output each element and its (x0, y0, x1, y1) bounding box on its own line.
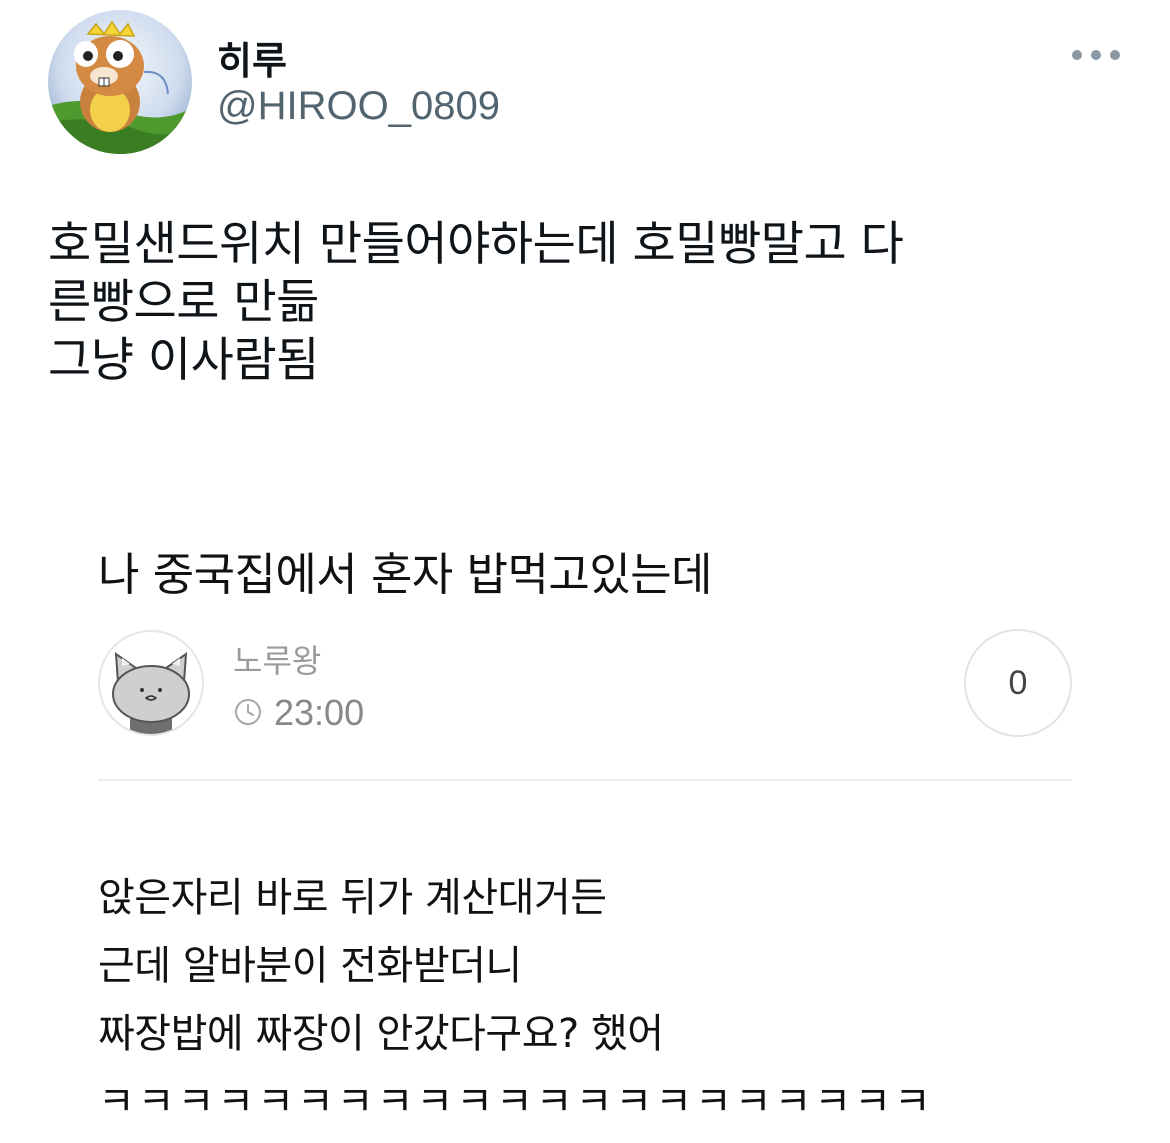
more-dots-icon[interactable] (1072, 40, 1120, 70)
author-avatar[interactable] (48, 10, 192, 154)
post-author-name: 노루왕 (233, 642, 322, 680)
post-title: 나 중국집에서 혼자 밥먹고있는데 (98, 548, 713, 601)
post-time: 23:00 (274, 692, 365, 733)
post-body-line: 짜장밥에 짜장이 안갔다구요? 했어 (98, 1011, 664, 1057)
dot (1110, 50, 1120, 60)
post-body: 앉은자리 바로 뒤가 계산대거든 근데 알바분이 전화받더니 짜장밥에 짜장이 … (98, 864, 1098, 1136)
divider (98, 779, 1072, 781)
tweet-text-line: 그냥 이사람됨 (48, 333, 319, 388)
post-body-line: 앉은자리 바로 뒤가 계산대거든 (98, 875, 607, 921)
tweet-text: 호밀샌드위치 만들어야하는데 호밀빵말고 다 른빵으로 만듦 그냥 이사람됨 (48, 216, 1128, 390)
dot (1072, 50, 1082, 60)
display-name[interactable]: 히루 (217, 30, 287, 85)
comment-count-badge[interactable]: 0 (964, 629, 1072, 737)
dot (1091, 50, 1101, 60)
user-handle[interactable]: @HIROO_0809 (217, 84, 500, 129)
gray-cat-avatar-icon (112, 651, 190, 734)
cartoon-hamster-avatar-icon (48, 10, 192, 154)
post-author-avatar (98, 630, 204, 736)
post-body-line: 근데 알바분이 전화받더니 (98, 943, 522, 989)
tweet-text-line: 호밀샌드위치 만들어야하는데 호밀빵말고 다 (48, 217, 904, 272)
post-body-line: ㅋㅋㅋㅋㅋㅋㅋㅋㅋㅋㅋㅋㅋㅋㅋㅋㅋㅋㅋㅋㅋ (98, 1079, 934, 1125)
tweet-text-line: 른빵으로 만듦 (48, 275, 319, 330)
clock-icon (235, 699, 261, 725)
